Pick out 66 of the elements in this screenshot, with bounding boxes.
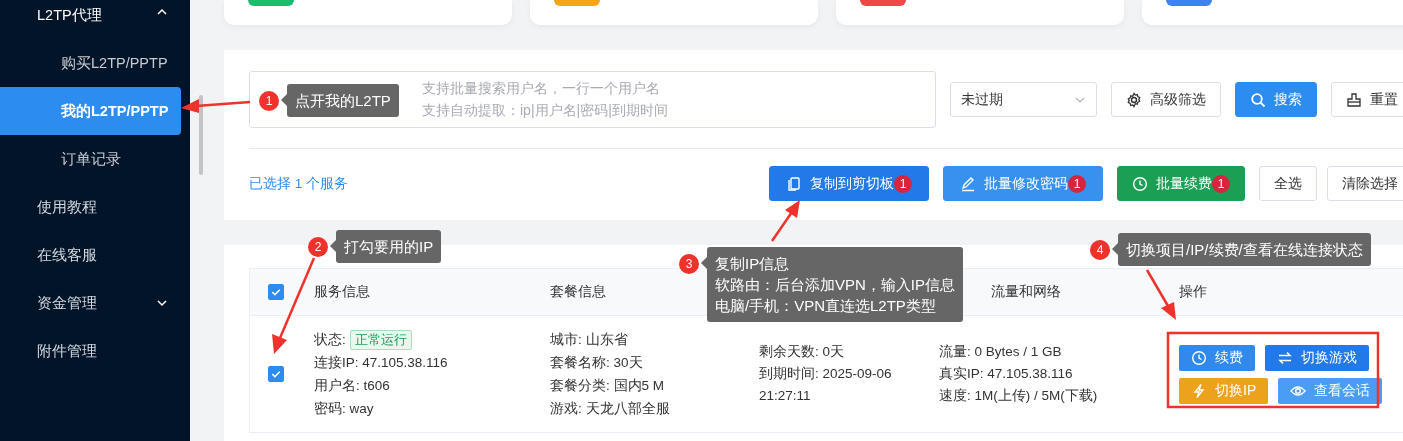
lightning-icon xyxy=(1191,382,1207,399)
renew-button[interactable]: 续费 xyxy=(1179,344,1255,371)
column-header: 流量和网络 xyxy=(991,283,1061,299)
count-badge: 1 xyxy=(894,174,912,193)
password-button[interactable]: 批量修改密码 1 xyxy=(943,166,1103,201)
network-detail: 真实IP: 47.105.38.116 xyxy=(939,365,1074,383)
pen-icon xyxy=(960,175,976,192)
sidebar-item[interactable]: 在线客服 xyxy=(0,231,190,279)
renew-button[interactable]: 批量续费 1 xyxy=(1117,166,1245,201)
callout-text: 点开我的L2TP xyxy=(295,91,391,111)
select-button[interactable]: 全选 xyxy=(1259,166,1317,201)
check-icon xyxy=(269,368,282,380)
plan-detail: 套餐名称: 30天 xyxy=(550,354,644,372)
count-badge: 1 xyxy=(1068,174,1086,193)
pointer-arrow xyxy=(181,99,251,113)
checkbox[interactable] xyxy=(267,284,284,300)
callout-text: 软路由：后台添加VPN，输入IP信息 xyxy=(715,275,955,295)
checkbox[interactable] xyxy=(267,366,284,382)
clock-icon xyxy=(1191,349,1207,366)
sidebar-subitem[interactable]: 订单记录 xyxy=(0,135,181,183)
service-detail: 密码: way xyxy=(314,400,375,418)
copy-icon xyxy=(786,175,802,192)
plan-detail: 游戏: 天龙八部全服 xyxy=(550,400,671,418)
sidebar-subitem[interactable]: 购买L2TP/PPTP xyxy=(0,39,181,87)
caret-down-icon xyxy=(156,297,168,309)
sidebar-item[interactable]: L2TP代理 xyxy=(0,1,190,39)
search-icon xyxy=(1250,91,1266,108)
status-label: 状态: xyxy=(314,332,346,347)
check-icon xyxy=(269,286,282,298)
broom-icon xyxy=(1346,91,1362,108)
column-header: 服务信息 xyxy=(314,283,370,299)
placeholder-text: 支持批量搜索用户名，一行一个用户名 xyxy=(422,79,660,98)
network-detail: 流量: 0 Bytes / 1 GB xyxy=(939,343,1063,361)
callout-text: 切换项目/IP/续费/查看在线连接状态 xyxy=(1126,240,1363,260)
callout-text: 复制IP信息 xyxy=(715,254,791,274)
time-detail: 到期时间: 2025-09-06 xyxy=(759,365,893,383)
network-detail: 速度: 1M(上传) / 5M(下载) xyxy=(939,387,1099,405)
status-select[interactable]: 未过期 xyxy=(950,82,1097,117)
callout-text: 电脑/手机：VPN直连选L2TP类型 xyxy=(715,296,937,316)
status-tag: 正常运行 xyxy=(349,330,412,350)
select-button[interactable]: 清除选择 xyxy=(1327,166,1403,201)
service-detail: 用户名: t606 xyxy=(314,377,391,395)
sidebar-item[interactable]: 使用教程 xyxy=(0,183,190,231)
switch-button[interactable]: 切换游戏 xyxy=(1265,344,1369,371)
reset-button[interactable]: 重置 xyxy=(1331,82,1403,117)
placeholder-text: 支持自动提取：ip|用户名|密码|到期时间 xyxy=(422,101,668,120)
sidebar-item[interactable]: 附件管理 xyxy=(0,327,190,375)
clock-icon xyxy=(1132,175,1148,192)
sidebar-item[interactable]: 资金管理 xyxy=(0,279,190,327)
column-header: 操作 xyxy=(1179,283,1207,299)
gear-icon xyxy=(1126,91,1142,108)
plan-detail: 城市: 山东省 xyxy=(550,331,629,349)
callout-text: 打勾要用的IP xyxy=(344,237,434,257)
time-detail: 21:27:11 xyxy=(759,387,812,405)
time-detail: 剩余天数: 0天 xyxy=(759,343,845,361)
selection-count: 已选择 1 个服务 xyxy=(249,174,349,193)
column-header: 套餐信息 xyxy=(550,283,606,299)
count-badge: 1 xyxy=(1212,174,1230,193)
copy-button[interactable]: 复制到剪切板 1 xyxy=(769,166,929,201)
plan-detail: 套餐分类: 国内5 M xyxy=(550,377,665,395)
pointer-arrow xyxy=(770,200,800,242)
filter-button[interactable]: 高级筛选 xyxy=(1111,82,1221,117)
swap-icon xyxy=(1277,349,1293,366)
pointer-arrow xyxy=(1145,269,1176,320)
scrollbar-thumb[interactable] xyxy=(199,95,203,175)
service-detail: 连接IP: 47.105.38.116 xyxy=(314,354,449,372)
